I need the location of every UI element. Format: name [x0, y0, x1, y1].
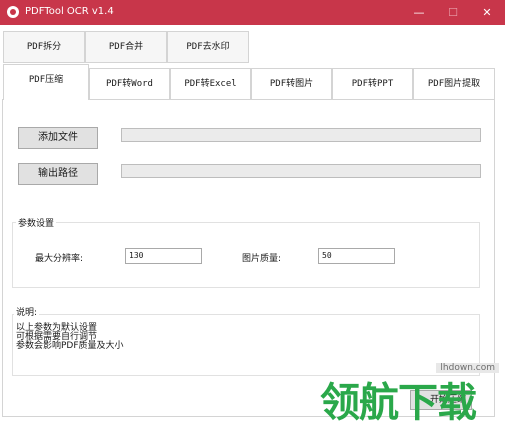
tab-pdf-to-ppt[interactable]: PDF转PPT — [332, 68, 413, 100]
title-bar: PDFTool OCR v1.4 — ☐ ✕ — [0, 0, 505, 25]
app-logo-icon — [7, 6, 19, 18]
tab-pdf-merge[interactable]: PDF合并 — [85, 31, 167, 63]
maximize-button[interactable]: ☐ — [436, 0, 470, 25]
tab-pdf-to-word[interactable]: PDF转Word — [89, 68, 170, 100]
add-file-button[interactable]: 添加文件 — [18, 127, 98, 149]
close-button[interactable]: ✕ — [470, 0, 504, 25]
output-path-button[interactable]: 输出路径 — [18, 163, 98, 185]
window-title: PDFTool OCR v1.4 — [25, 6, 114, 17]
tab-pdf-split[interactable]: PDF拆分 — [3, 31, 85, 63]
max-resolution-label: 最大分辨率: — [35, 254, 84, 264]
tab-pdf-to-image[interactable]: PDF转图片 — [251, 68, 332, 100]
params-title: 参数设置 — [16, 216, 57, 229]
tab-pdf-compress[interactable]: PDF压缩 — [3, 64, 89, 100]
image-quality-label: 图片质量: — [242, 254, 282, 264]
tab-pdf-to-excel[interactable]: PDF转Excel — [170, 68, 251, 100]
file-path-field[interactable] — [121, 128, 481, 142]
note-line: 参数会影响PDF质量及大小 — [16, 341, 124, 351]
image-quality-input[interactable]: 50 — [318, 248, 395, 264]
watermark-logo: lhdown.com 领航下载 — [318, 360, 505, 426]
notes-title: 说明: — [14, 305, 40, 318]
tab-pdf-remove-watermark[interactable]: PDF去水印 — [167, 31, 249, 63]
watermark-text: 领航下载 — [320, 380, 477, 426]
max-resolution-input[interactable]: 130 — [125, 248, 202, 264]
output-path-field[interactable] — [121, 164, 481, 178]
minimize-button[interactable]: — — [402, 0, 436, 25]
tab-pdf-image-extract[interactable]: PDF图片提取 — [413, 68, 495, 100]
